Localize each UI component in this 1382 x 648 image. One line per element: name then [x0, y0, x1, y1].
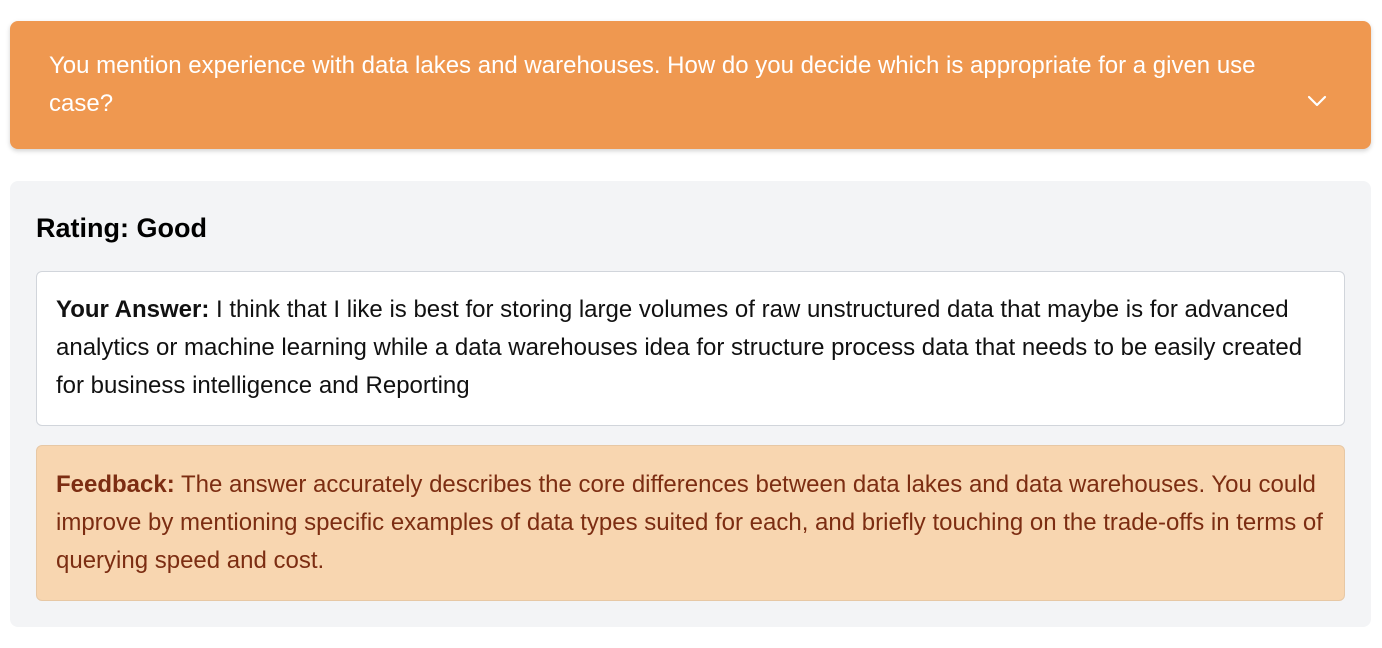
chevron-down-icon[interactable] — [1306, 93, 1328, 109]
answer-body: I think that I like is best for storing … — [56, 296, 1303, 399]
rating-label: Rating: Good — [36, 213, 207, 243]
feedback-box: Feedback: The answer accurately describe… — [36, 445, 1345, 601]
feedback-text: Feedback: The answer accurately describe… — [56, 466, 1326, 580]
question-text: You mention experience with data lakes a… — [49, 52, 1256, 117]
answer-label: Your Answer: — [56, 296, 210, 323]
answer-box: Your Answer: I think that I like is best… — [36, 271, 1345, 426]
feedback-body: The answer accurately describes the core… — [56, 471, 1323, 574]
evaluation-panel: Rating: Good Your Answer: I think that I… — [10, 181, 1371, 627]
answer-text: Your Answer: I think that I like is best… — [56, 291, 1326, 405]
feedback-label: Feedback: — [56, 471, 175, 498]
page: You mention experience with data lakes a… — [0, 0, 1382, 648]
question-accordion-header[interactable]: You mention experience with data lakes a… — [10, 21, 1371, 149]
